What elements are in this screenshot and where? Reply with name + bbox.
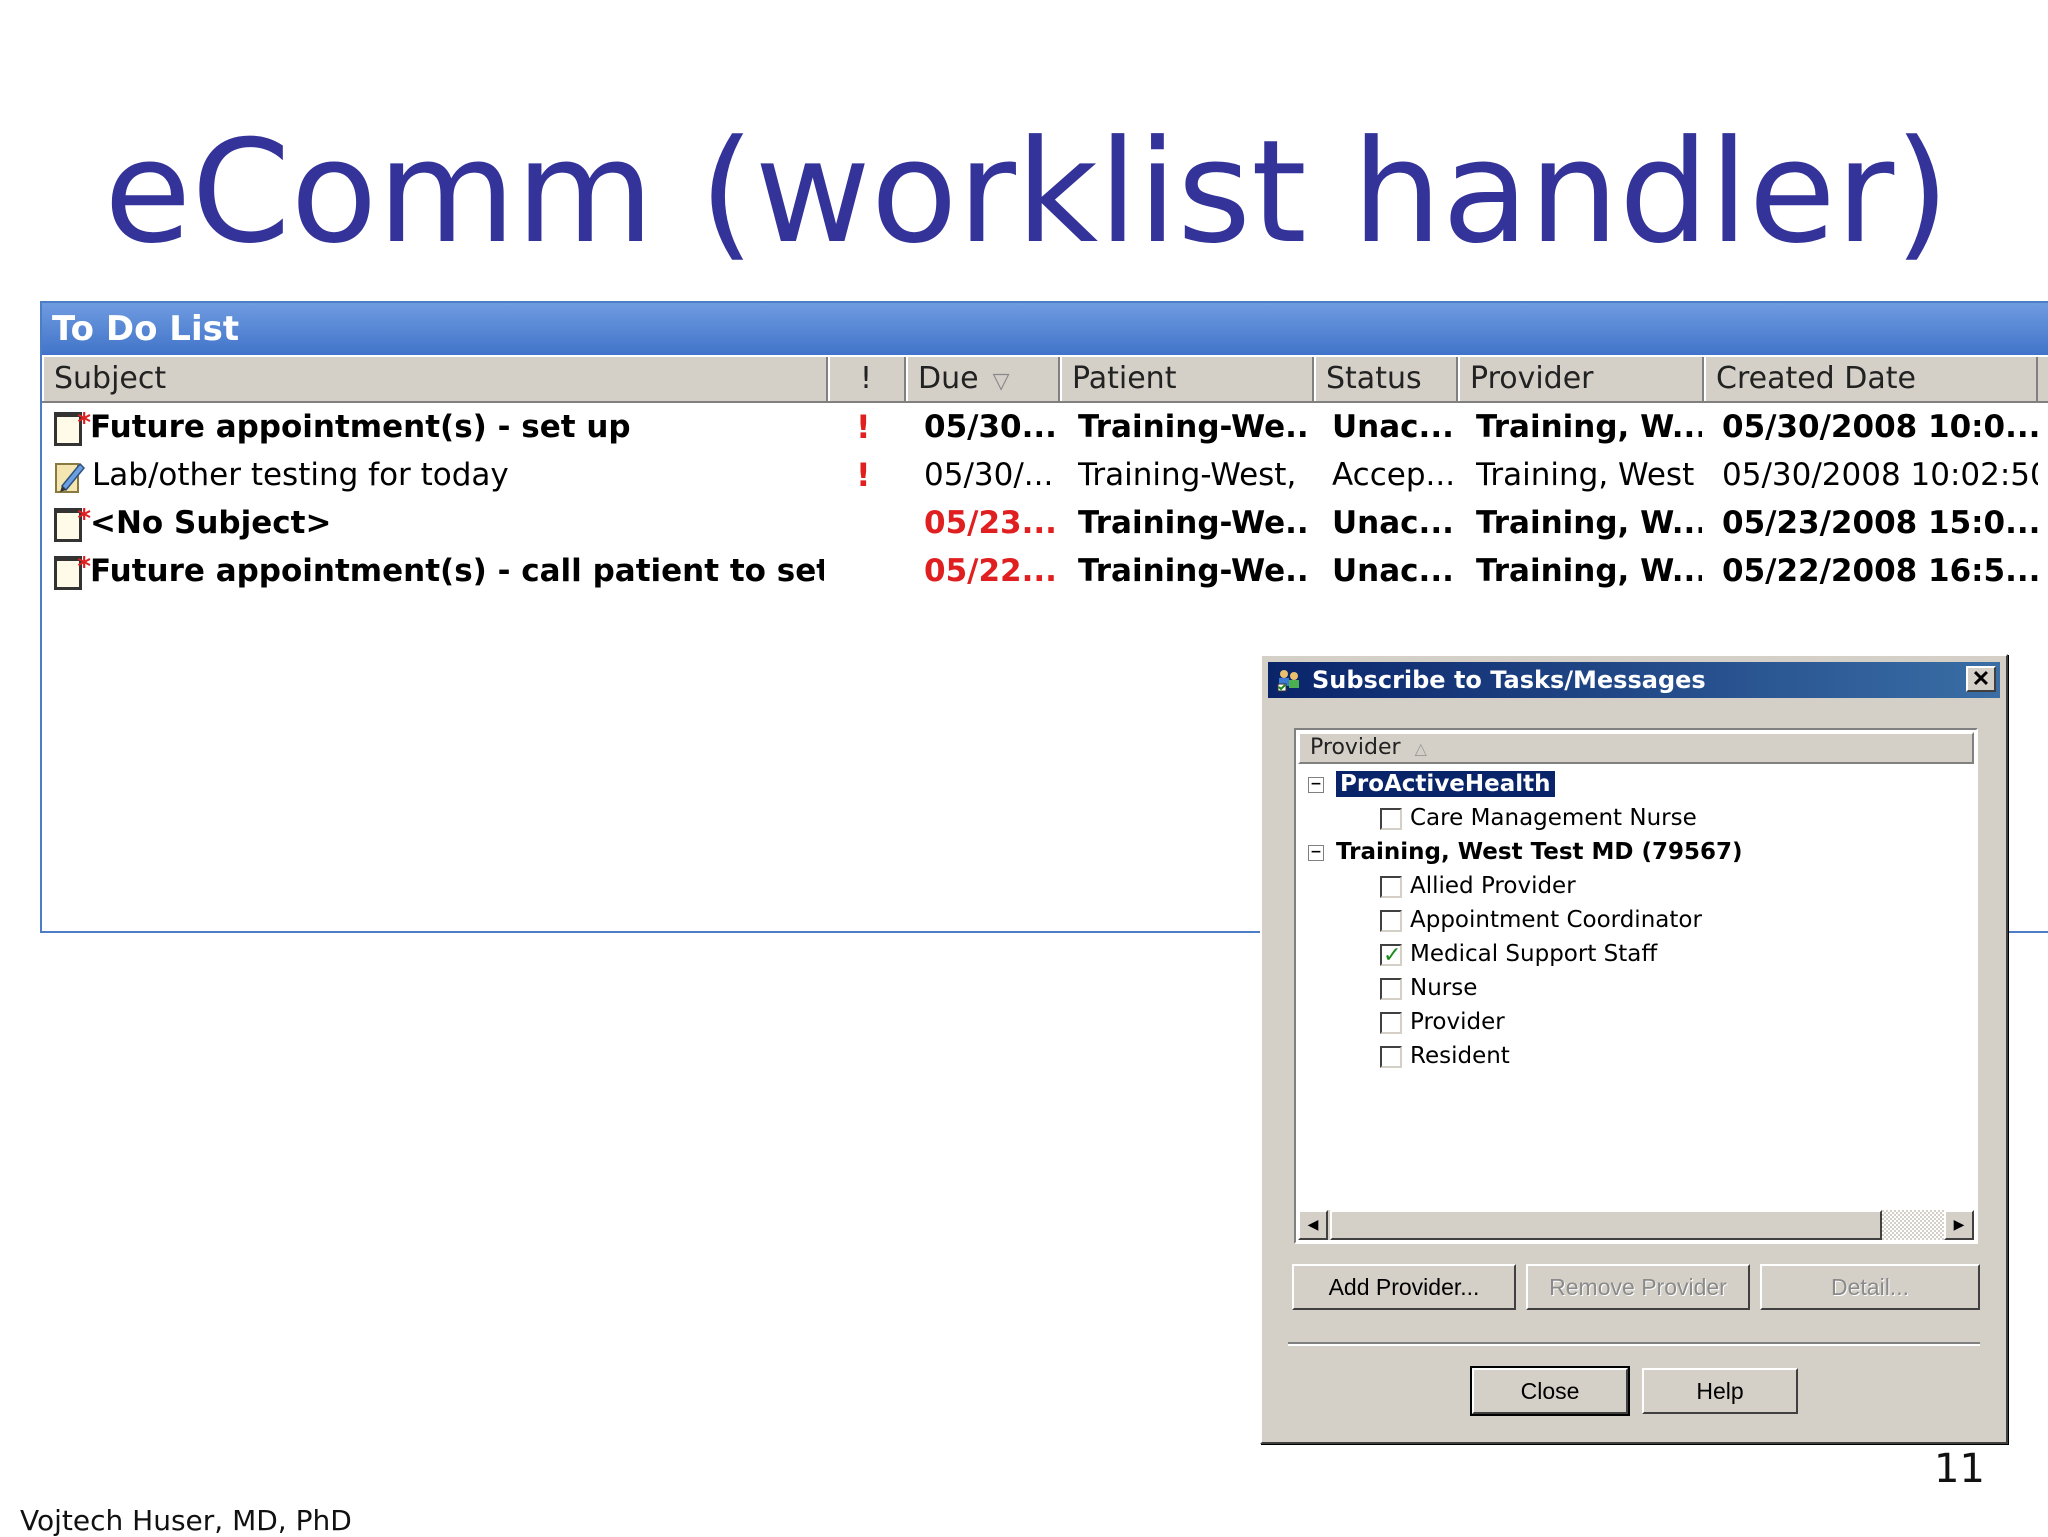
horizontal-scrollbar[interactable]: ◀ ▶ [1298, 1210, 1974, 1240]
close-button[interactable]: Close [1470, 1366, 1630, 1416]
priority-icon: ! [856, 408, 871, 446]
column-header-patient[interactable]: Patient [1060, 357, 1314, 401]
cell-provider: Training, W... [1476, 409, 1702, 445]
tree-node-label: Appointment Coordinator [1410, 907, 1702, 933]
dialog-separator [1288, 1342, 1980, 1346]
cell-subject: Future appointment(s) - set up [54, 403, 824, 451]
task-icon [54, 499, 91, 543]
role-checkbox[interactable] [1380, 1011, 1402, 1034]
author-footer: Vojtech Huser, MD, PhD [20, 1504, 352, 1537]
cell-created: 05/22/2008 16:5... [1722, 553, 2038, 589]
slide-title: eComm (worklist handler) [104, 110, 1950, 275]
role-checkbox[interactable] [1380, 807, 1402, 830]
role-checkbox[interactable] [1380, 875, 1402, 898]
tree-node-label: Allied Provider [1410, 873, 1576, 899]
sort-ascending-icon: △ [1414, 739, 1427, 758]
scrollbar-thumb[interactable] [1330, 1210, 1882, 1240]
tree-header-provider[interactable]: Provider △ [1298, 732, 1974, 764]
todo-list-title: To Do List [42, 303, 2048, 355]
column-header-priority[interactable]: ! [828, 357, 906, 401]
cell-patient: Training-We... [1078, 553, 1308, 589]
cell-patient: Training-We... [1078, 409, 1308, 445]
cell-created: 05/30/2008 10:02:50 [1722, 457, 2038, 493]
tree-role-node[interactable]: Allied Provider [1380, 870, 1576, 902]
role-checkbox[interactable] [1380, 1045, 1402, 1068]
detail-button[interactable]: Detail... [1760, 1264, 1980, 1310]
todo-column-headers: Subject ! Due ▽ Patient Status Provider C… [42, 357, 2048, 403]
cell-patient: Training-West, ... [1078, 457, 1308, 493]
dialog-titlebar[interactable]: Subscribe to Tasks/Messages ✕ [1268, 662, 2000, 698]
collapse-icon[interactable]: − [1308, 844, 1324, 861]
tree-node-label: Resident [1410, 1043, 1510, 1069]
task-icon [54, 403, 91, 447]
column-header-due[interactable]: Due ▽ [906, 357, 1060, 401]
tree-node-label: Medical Support Staff [1410, 941, 1658, 967]
close-icon[interactable]: ✕ [1966, 666, 1996, 692]
cell-subject: Future appointment(s) - call patient to … [54, 547, 824, 595]
page-number: 11 [1934, 1446, 1985, 1492]
table-row[interactable]: Future appointment(s) - set up! 05/30... T… [42, 403, 2048, 451]
role-checkbox[interactable] [1380, 977, 1402, 1000]
scroll-right-icon[interactable]: ▶ [1944, 1210, 1974, 1240]
column-header-subject[interactable]: Subject [42, 357, 828, 401]
column-header-provider[interactable]: Provider [1458, 357, 1704, 401]
collapse-icon[interactable]: − [1308, 776, 1324, 793]
tree-node-label: Care Management Nurse [1410, 805, 1697, 831]
pencil-note-icon [54, 460, 86, 494]
cell-due: 05/23... [924, 505, 1057, 541]
tree-role-node[interactable]: Resident [1380, 1040, 1510, 1072]
tree-role-node[interactable]: Appointment Coordinator [1380, 904, 1702, 936]
tree-node-label: Nurse [1410, 975, 1478, 1001]
remove-provider-button[interactable]: Remove Provider [1526, 1264, 1750, 1310]
sort-descending-icon: ▽ [992, 369, 1010, 394]
priority-icon: ! [856, 456, 871, 494]
table-row[interactable]: <No Subject> 05/23... Training-We... Unac..… [42, 499, 2048, 547]
priority-icon [856, 547, 896, 595]
cell-status: Unac... [1332, 409, 1454, 445]
scrollbar-track[interactable] [1882, 1210, 1946, 1240]
role-checkbox[interactable] [1380, 909, 1402, 932]
cell-subject: <No Subject> [54, 499, 824, 547]
subject-text: <No Subject> [90, 505, 332, 541]
cell-created: 05/30/2008 10:0... [1722, 409, 2038, 445]
tree-node-label: Training, West Test MD (79567) [1336, 839, 1743, 865]
scroll-left-icon[interactable]: ◀ [1298, 1210, 1328, 1240]
people-icon [1277, 670, 1299, 692]
subject-text: Future appointment(s) - set up [90, 409, 631, 445]
cell-status: Unac... [1332, 505, 1454, 541]
cell-status: Accep... [1332, 457, 1456, 493]
help-button[interactable]: Help [1642, 1368, 1798, 1414]
cell-created: 05/23/2008 15:0... [1722, 505, 2038, 541]
tree-group-node[interactable]: − ProActiveHealth [1308, 768, 1556, 800]
tree-group-node[interactable]: − Training, West Test MD (79567) [1308, 836, 1743, 868]
cell-provider: Training, W... [1476, 505, 1702, 541]
cell-patient: Training-We... [1078, 505, 1308, 541]
tree-role-node[interactable]: Medical Support Staff [1380, 938, 1658, 972]
cell-provider: Training, W... [1476, 553, 1702, 589]
cell-subject: Lab/other testing for today [54, 451, 824, 499]
cell-due: 05/30... [924, 409, 1057, 445]
tree-role-node[interactable]: Care Management Nurse [1380, 802, 1697, 834]
subscribe-dialog: Subscribe to Tasks/Messages ✕ Provider △ … [1260, 654, 2008, 1444]
subject-text: Lab/other testing for today [92, 457, 509, 493]
subject-text: Future appointment(s) - call patient to … [90, 553, 824, 589]
dialog-title: Subscribe to Tasks/Messages [1312, 666, 1706, 694]
column-header-created-date[interactable]: Created Date [1704, 357, 2038, 401]
cell-due: 05/30/... [924, 457, 1054, 493]
cell-due: 05/22... [924, 553, 1057, 589]
task-icon [54, 547, 91, 591]
add-provider-button[interactable]: Add Provider... [1292, 1264, 1516, 1310]
priority-icon [856, 499, 896, 547]
tree-role-node[interactable]: Provider [1380, 1006, 1505, 1038]
table-row[interactable]: Lab/other testing for today! 05/30/... Tra… [42, 451, 2048, 499]
cell-provider: Training, West ... [1476, 457, 1702, 493]
column-header-status[interactable]: Status [1314, 357, 1458, 401]
cell-status: Unac... [1332, 553, 1454, 589]
tree-node-label: Provider [1410, 1009, 1505, 1035]
table-row[interactable]: Future appointment(s) - call patient to … [42, 547, 2048, 595]
tree-node-label: ProActiveHealth [1335, 770, 1556, 798]
role-checkbox[interactable] [1380, 940, 1402, 972]
tree-role-node[interactable]: Nurse [1380, 972, 1477, 1004]
provider-tree[interactable]: Provider △ − ProActiveHealth Care Managemen… [1294, 728, 1978, 1244]
